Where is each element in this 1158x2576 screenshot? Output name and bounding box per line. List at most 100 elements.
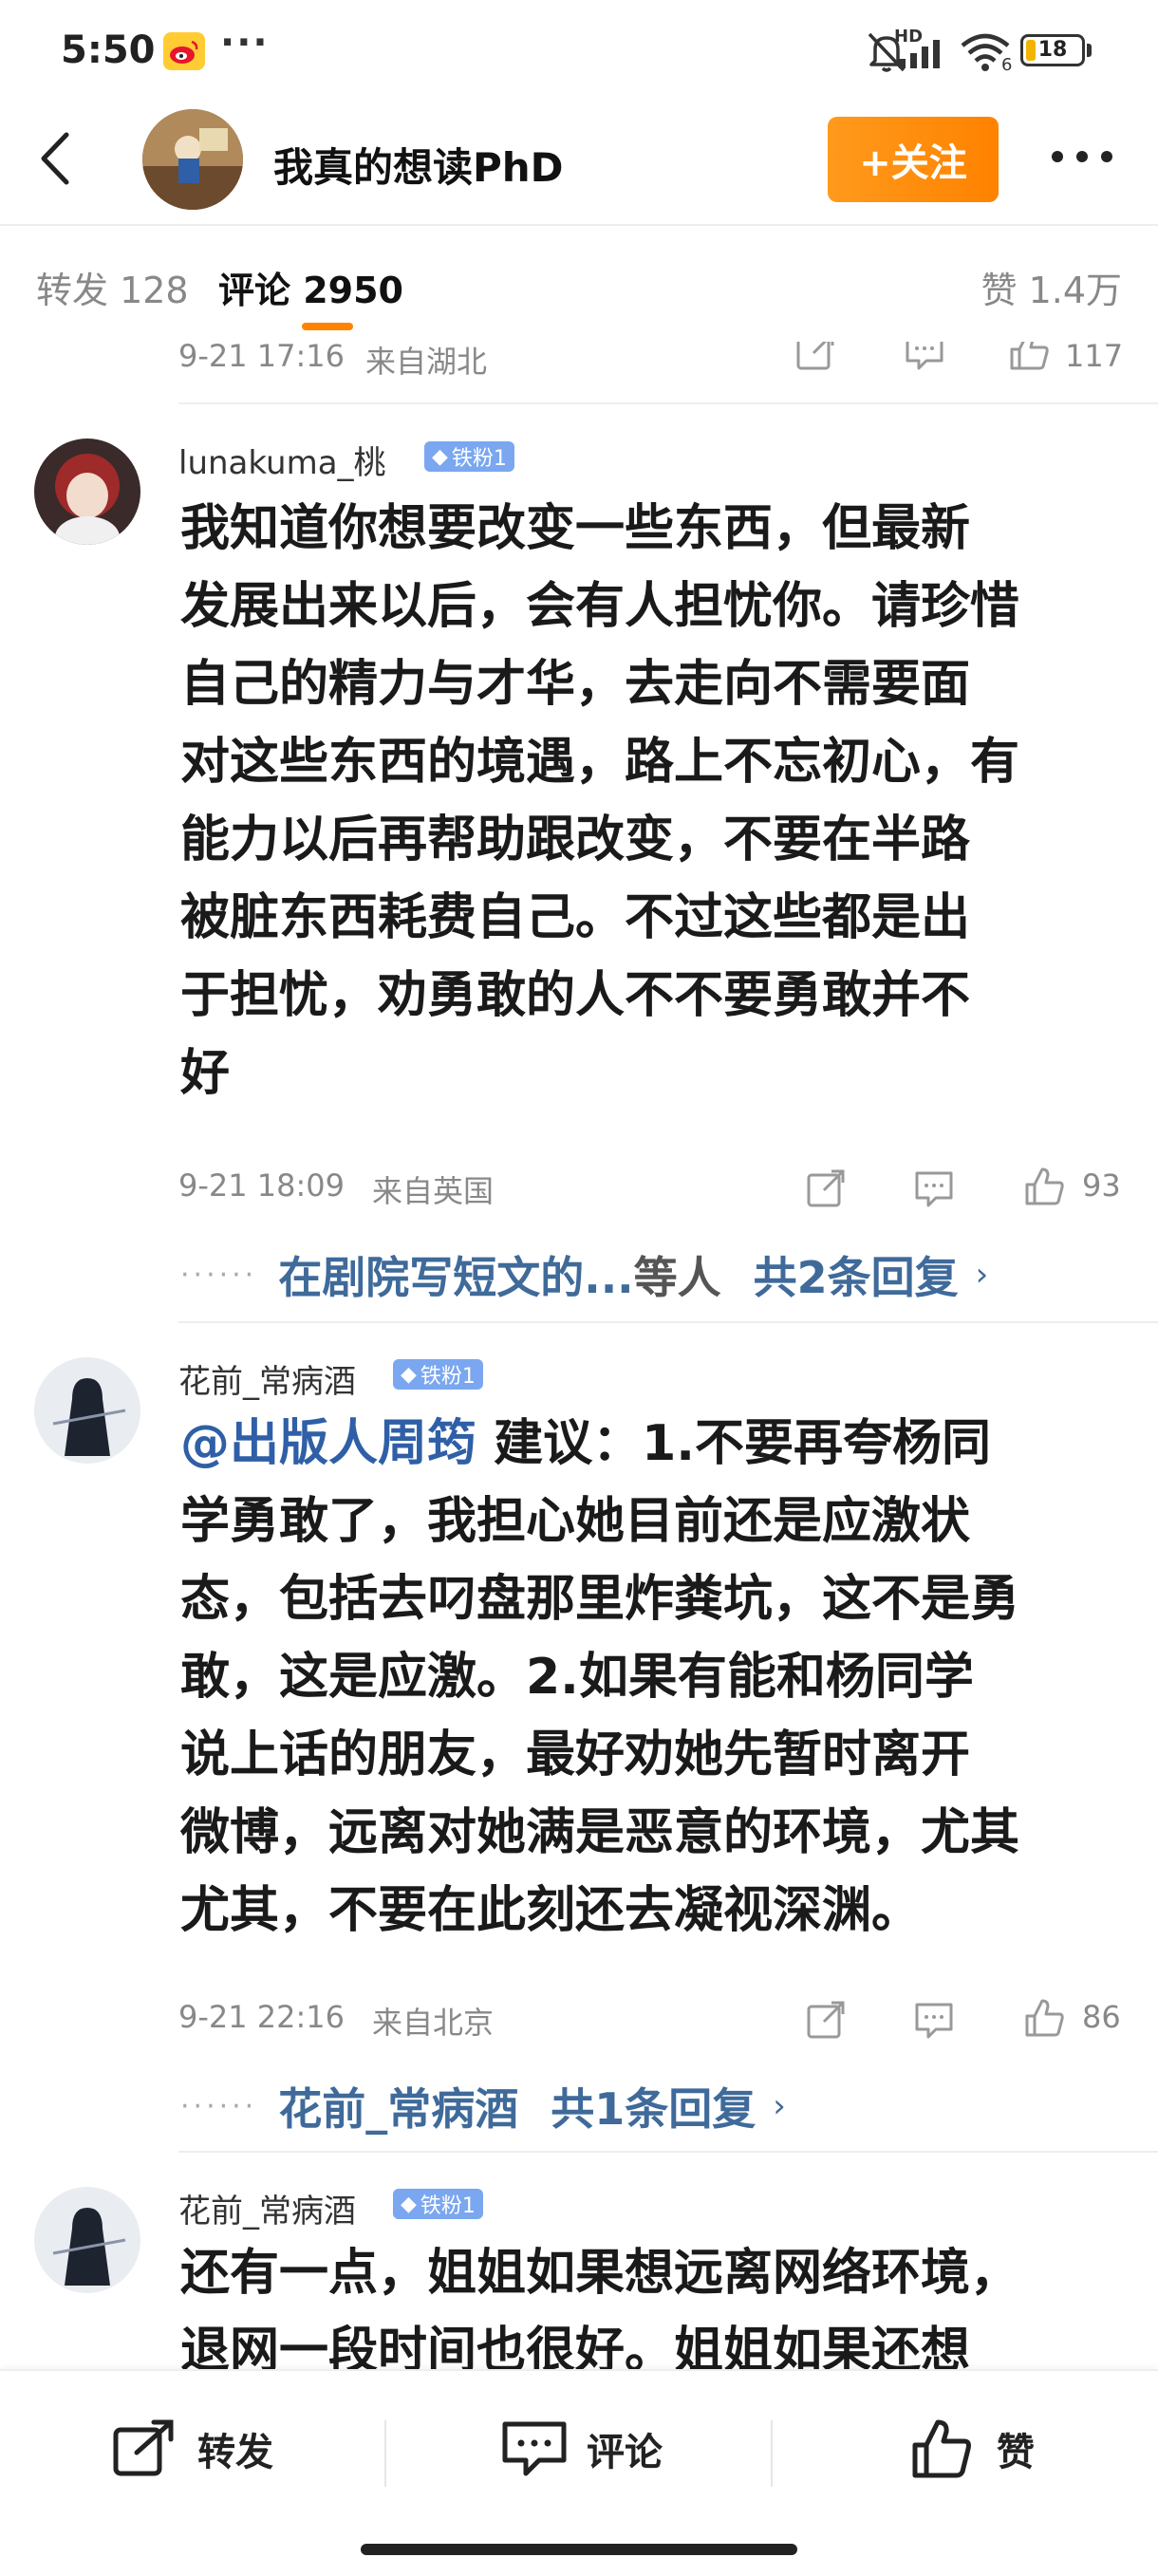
comment-time: 9-21 17:16 xyxy=(178,342,346,374)
comment-line: 尤其，不要在此刻还去凝视深渊。 xyxy=(180,1882,922,1939)
tab-comment[interactable]: 评论 2950 xyxy=(218,261,403,313)
comment-avatar[interactable] xyxy=(34,2187,140,2293)
repost-icon[interactable] xyxy=(803,1997,849,2043)
status-bar: 5:50 ··· HD 6 18 xyxy=(0,0,1158,100)
author-avatar-image xyxy=(142,109,243,210)
comment-location: 来自湖北 xyxy=(365,344,488,380)
mention-link[interactable]: @出版人周筠 xyxy=(180,1415,476,1472)
like-icon[interactable] xyxy=(1006,342,1052,374)
comment-icon[interactable] xyxy=(911,1997,957,2043)
like-icon[interactable] xyxy=(1021,1995,1067,2041)
back-arrow-icon[interactable] xyxy=(28,125,85,192)
avatar-image xyxy=(34,1357,140,1464)
diamond-icon: ◆ xyxy=(432,444,448,469)
comment-avatar[interactable] xyxy=(34,1357,140,1464)
like-icon[interactable] xyxy=(1021,1164,1067,1209)
reply-count[interactable]: 共1条回复 xyxy=(551,2075,756,2137)
reply-preview-link[interactable]: ······ 花前_常病酒 共1条回复 › xyxy=(180,2075,786,2137)
comment-line: 学勇敢了，我担心她目前还是应激状 xyxy=(180,1493,971,1550)
author-avatar[interactable] xyxy=(142,109,243,210)
comment-location: 来自英国 xyxy=(372,1173,495,1209)
comment-line: 对这些东西的境遇，路上不忘初心，有 xyxy=(180,734,1020,791)
reply-author[interactable]: 在剧院写短文的... xyxy=(278,1243,633,1306)
comment-line: 被脏东西耗费自己。不过这些都是出 xyxy=(180,889,971,946)
bottom-like-label: 赞 xyxy=(997,2431,1035,2474)
chevron-right-icon: › xyxy=(773,2087,786,2125)
repost-icon xyxy=(113,2419,174,2476)
bottom-comment-label: 评论 xyxy=(587,2431,663,2474)
comment-line: 退网一段时间也很好。姐姐如果还想 xyxy=(180,2323,971,2369)
repost-icon[interactable] xyxy=(803,1166,849,1211)
reply-suffix: 等人 xyxy=(633,1252,721,1303)
comment-text: @出版人周筠 建议：1.不要再夸杨同 学勇敢了，我担心她目前还是应激状 态，包括… xyxy=(180,1405,1120,1950)
comment-line-rest: 建议：1.不要再夸杨同 xyxy=(476,1415,992,1472)
comment-line: 微博，远离对她满是恶意的环境，尤其 xyxy=(180,1804,1020,1861)
header-divider xyxy=(0,224,1158,226)
follow-button[interactable]: +关注 xyxy=(828,117,999,202)
weibo-app-icon xyxy=(163,32,205,70)
fan-badge: ◆ 铁粉1 xyxy=(393,1359,483,1390)
comment-divider xyxy=(178,1321,1158,1323)
comment-divider xyxy=(178,2151,1158,2153)
fan-badge: ◆ 铁粉1 xyxy=(393,2189,483,2219)
more-options-icon[interactable] xyxy=(1044,133,1120,180)
diamond-icon: ◆ xyxy=(401,1362,417,1387)
comment-avatar[interactable] xyxy=(34,439,140,545)
comment-text: 还有一点，姐姐如果想远离网络环境， 退网一段时间也很好。姐姐如果还想 xyxy=(180,2234,1120,2369)
comment-line: 敢，这是应激。2.如果有能和杨同学 xyxy=(180,1649,974,1706)
comment-line: 我知道你想要改变一些东西，但最新 xyxy=(180,500,971,557)
comment-text: 我知道你想要改变一些东西，但最新 发展出来以后，会有人担忧你。请珍惜 自己的精力… xyxy=(180,490,1120,1112)
avatar-image xyxy=(34,439,140,545)
chevron-right-icon: › xyxy=(975,1256,989,1294)
status-overflow-dots: ··· xyxy=(220,21,270,65)
comment-line: 说上话的朋友，最好劝她先暂时离开 xyxy=(180,1727,971,1783)
partial-comment-meta-row: 9-21 17:16 来自湖北 117 xyxy=(0,342,1158,387)
repost-icon[interactable] xyxy=(793,342,838,374)
battery-cap xyxy=(1087,44,1092,57)
comment-line: 能力以后再帮助跟改变，不要在半路 xyxy=(180,812,971,868)
comment-line: @出版人周筠 建议：1.不要再夸杨同 xyxy=(180,1405,1120,1483)
bottom-repost-label: 转发 xyxy=(197,2431,273,2474)
like-count: 117 xyxy=(1065,342,1124,374)
reply-count[interactable]: 共2条回复 xyxy=(754,1243,959,1306)
bottom-separator xyxy=(384,2420,386,2487)
comment-divider xyxy=(178,402,1158,404)
fan-badge: ◆ 铁粉1 xyxy=(424,441,514,472)
wifi-band-label: 6 xyxy=(1001,55,1013,75)
reply-leader-dots: ······ xyxy=(180,2089,258,2123)
tab-active-indicator xyxy=(302,323,353,330)
battery-level: 18 xyxy=(1037,38,1068,62)
page-title: 我真的想读PhD xyxy=(273,144,564,191)
comment-line: 还有一点，姐姐如果想远离网络环境， xyxy=(180,2245,1020,2302)
like-count: 86 xyxy=(1082,1999,1121,2035)
signal-icon xyxy=(899,40,940,68)
comment-icon xyxy=(502,2421,567,2476)
like-count: 93 xyxy=(1082,1167,1121,1204)
like-icon xyxy=(912,2419,971,2478)
tab-repost[interactable]: 转发 128 xyxy=(36,261,189,313)
tab-likes[interactable]: 赞 1.4万 xyxy=(981,261,1122,313)
comment-line: 发展出来以后，会有人担忧你。请珍惜 xyxy=(180,578,1020,635)
bottom-repost-button[interactable]: 转发 xyxy=(112,2418,273,2479)
comment-icon[interactable] xyxy=(902,342,947,374)
battery-icon: 18 xyxy=(1020,34,1085,66)
bottom-separator xyxy=(771,2420,773,2487)
badge-label: 铁粉1 xyxy=(451,447,507,471)
reply-author[interactable]: 花前_常病酒 xyxy=(278,2075,518,2137)
badge-label: 铁粉1 xyxy=(420,2194,476,2218)
comment-line: 态，包括去叼盘那里炸粪坑，这不是勇 xyxy=(180,1571,1020,1628)
badge-label: 铁粉1 xyxy=(420,1365,476,1389)
status-time: 5:50 xyxy=(61,28,156,72)
avatar-image xyxy=(34,2187,140,2293)
comment-username[interactable]: 花前_常病酒 xyxy=(178,2185,356,2231)
comment-time: 9-21 22:16 xyxy=(178,1999,346,2035)
comment-username[interactable]: lunakuma_桃 xyxy=(178,437,386,483)
reply-leader-dots: ······ xyxy=(180,1258,258,1292)
bottom-comment-button[interactable]: 评论 xyxy=(501,2418,663,2479)
comment-username[interactable]: 花前_常病酒 xyxy=(178,1355,356,1402)
comment-icon[interactable] xyxy=(911,1166,957,1211)
comment-time: 9-21 18:09 xyxy=(178,1167,346,1204)
reply-preview-link[interactable]: ······ 在剧院写短文的... 等人 共2条回复 › xyxy=(180,1243,988,1306)
bottom-like-button[interactable]: 赞 xyxy=(909,2417,1035,2481)
home-indicator[interactable] xyxy=(361,2544,797,2555)
